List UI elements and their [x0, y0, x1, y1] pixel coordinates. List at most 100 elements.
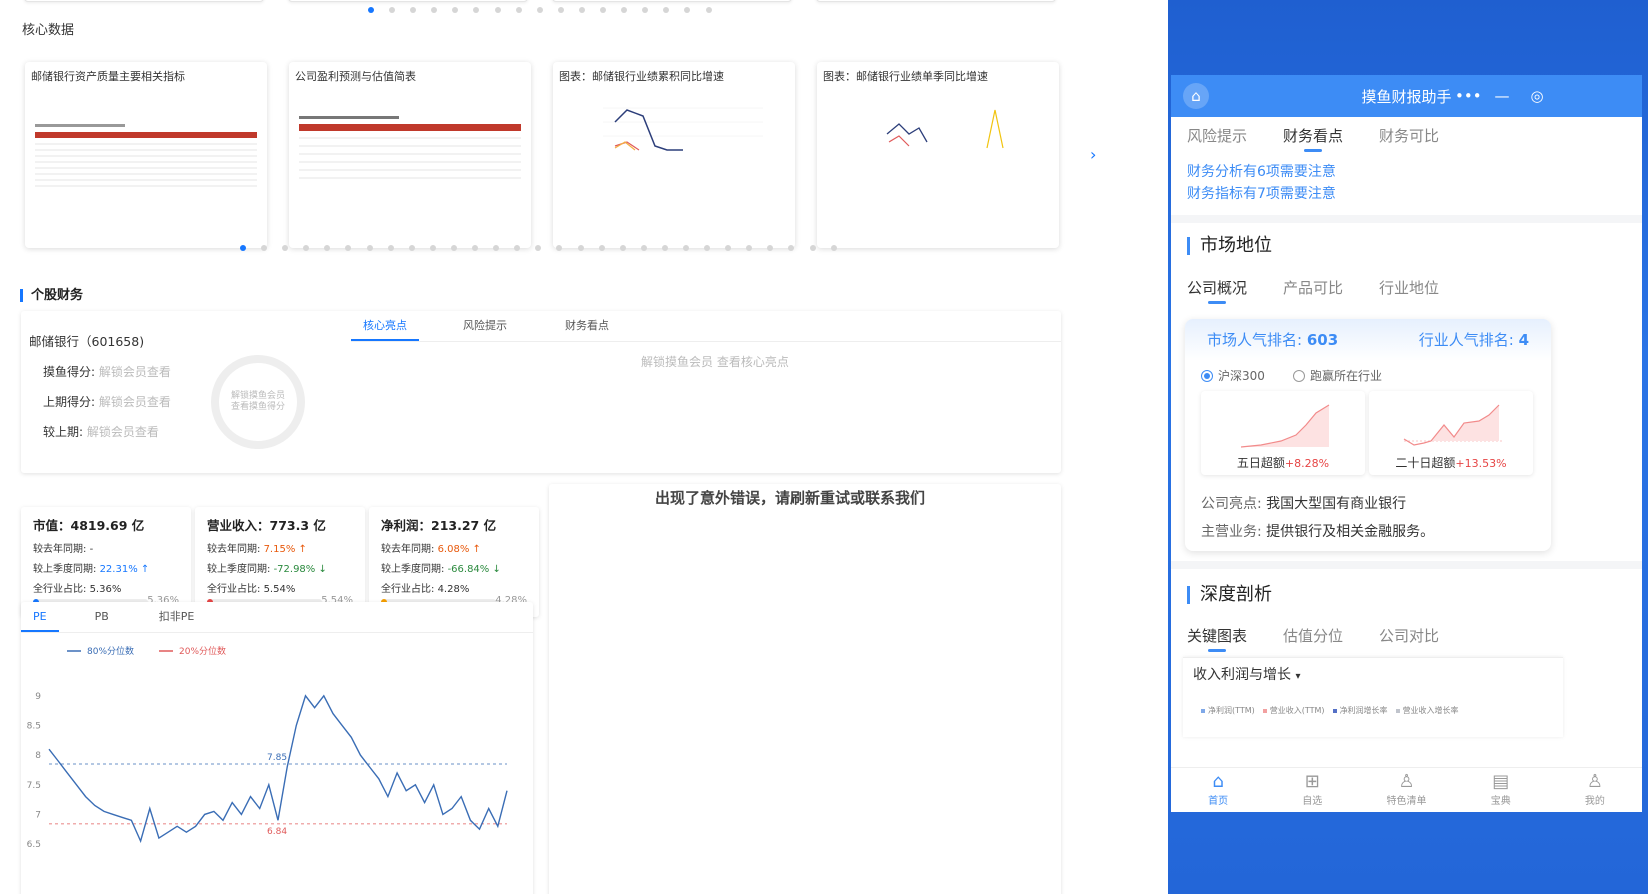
minimize-icon[interactable]: —	[1489, 83, 1515, 109]
reference-line-label: 6.84	[267, 827, 287, 837]
carousel-dot[interactable]	[809, 245, 816, 251]
report-card[interactable]: 公司盈利预测与估值简表	[289, 62, 531, 248]
carousel-dot[interactable]	[431, 7, 438, 13]
carousel-card[interactable]	[288, 0, 528, 2]
carousel-dot[interactable]	[472, 245, 479, 251]
carousel-dot[interactable]	[663, 7, 670, 13]
carousel-dot[interactable]	[682, 245, 689, 251]
nav-special-list[interactable]: ♙ 特色清单	[1359, 768, 1453, 812]
y-tick-label: 7.5	[27, 781, 41, 791]
finance-indicator-link[interactable]: 财务指标有7项需要注意	[1187, 183, 1336, 203]
carousel-dot[interactable]	[598, 245, 605, 251]
five-day-excess-card[interactable]: 五日超额+8.28%	[1201, 391, 1365, 475]
carousel-dot[interactable]	[535, 245, 542, 251]
radio-beat-industry[interactable]: 跑赢所在行业	[1293, 367, 1382, 384]
carousel-dot[interactable]	[452, 7, 459, 13]
y-tick-label: 8	[35, 751, 41, 761]
nav-watchlist[interactable]: ⊞ 自选	[1265, 768, 1359, 812]
carousel-dot[interactable]	[557, 7, 564, 13]
carousel-dot[interactable]	[494, 7, 501, 13]
carousel-dot[interactable]	[366, 245, 373, 251]
report-card[interactable]: 邮储银行资产质量主要相关指标	[25, 62, 267, 248]
carousel-dot[interactable]	[556, 245, 563, 251]
carousel-dot[interactable]	[640, 245, 647, 251]
carousel-dot[interactable]	[621, 7, 628, 13]
carousel-dot[interactable]	[408, 245, 415, 251]
carousel-dot[interactable]	[514, 245, 521, 251]
carousel-dot[interactable]	[788, 245, 795, 251]
carousel-dot[interactable]	[578, 7, 585, 13]
carousel-dot[interactable]	[345, 245, 352, 251]
report-card[interactable]: 图表：邮储银行业绩累积同比增速	[553, 62, 795, 248]
carousel-dot[interactable]	[705, 7, 712, 13]
carousel-next-icon[interactable]: ›	[1090, 145, 1096, 164]
carousel-dot[interactable]	[661, 245, 668, 251]
carousel-dot[interactable]	[642, 7, 649, 13]
tab-finance-focus[interactable]: 财务看点	[1283, 125, 1343, 152]
carousel-dot[interactable]	[450, 245, 457, 251]
tab-pe[interactable]: PE	[21, 602, 59, 632]
carousel-dot[interactable]	[619, 245, 626, 251]
finance-analysis-link[interactable]: 财务分析有6项需要注意	[1187, 161, 1336, 181]
carousel-dot[interactable]	[261, 245, 268, 251]
tab-industry-position[interactable]: 行业地位	[1379, 277, 1439, 298]
tab-product-compare[interactable]: 产品可比	[1283, 277, 1343, 298]
tab-finance-compare[interactable]: 财务可比	[1379, 125, 1439, 146]
carousel-dots-top[interactable]	[368, 7, 727, 13]
carousel-dot[interactable]	[282, 245, 289, 251]
report-card[interactable]: 图表：邮储银行业绩单季同比增速	[817, 62, 1059, 248]
tab-risk[interactable]: 风险提示	[449, 311, 521, 341]
last-score-value[interactable]: 解锁会员查看	[99, 395, 171, 409]
close-target-icon[interactable]: ◎	[1524, 83, 1550, 109]
score-ring[interactable]: 解锁摸鱼会员 查看摸鱼得分	[211, 355, 305, 449]
carousel-dot[interactable]	[240, 245, 246, 251]
chart-select-label: 收入利润与增长	[1193, 667, 1291, 683]
carousel-dot[interactable]	[830, 245, 837, 251]
error-message: 出现了意外错误，请刷新重试或联系我们	[655, 489, 926, 507]
tab-kf-pe[interactable]: 扣非PE	[145, 602, 209, 632]
carousel-dot[interactable]	[387, 245, 394, 251]
twenty-day-excess-card[interactable]: 二十日超额+13.53%	[1369, 391, 1533, 475]
carousel-dot[interactable]	[429, 245, 436, 251]
carousel-dots[interactable]	[240, 245, 852, 251]
radio-hs300[interactable]: 沪深300	[1201, 367, 1265, 384]
tab-company-overview[interactable]: 公司概况	[1187, 277, 1247, 304]
carousel-dot[interactable]	[368, 7, 374, 13]
carousel-dot[interactable]	[473, 7, 480, 13]
carousel-card[interactable]	[552, 0, 792, 2]
chart-select[interactable]: 收入利润与增长 ▾	[1193, 664, 1300, 684]
carousel-dot[interactable]	[767, 245, 774, 251]
carousel-dot[interactable]	[684, 7, 691, 13]
carousel-dot[interactable]	[725, 245, 732, 251]
tab-valuation-percentile[interactable]: 估值分位	[1283, 625, 1343, 646]
score-value[interactable]: 解锁会员查看	[99, 365, 171, 379]
tab-core-highlights[interactable]: 核心亮点	[351, 311, 419, 341]
stock-panel: 邮储银行（601658) 摸鱼得分: 解锁会员查看 上期得分: 解锁会员查看 较…	[21, 311, 1061, 473]
tab-key-charts[interactable]: 关键图表	[1187, 625, 1247, 652]
carousel-dot[interactable]	[515, 7, 522, 13]
carousel-dot[interactable]	[746, 245, 753, 251]
pe-chart[interactable]: 80%分位数 20%分位数 9 8.5 8 7.5 7 6.5 7.85 6.84	[21, 636, 533, 894]
carousel-dot[interactable]	[577, 245, 584, 251]
carousel-dot[interactable]	[600, 7, 607, 13]
carousel-dot[interactable]	[704, 245, 711, 251]
nav-me[interactable]: ♙ 我的	[1548, 768, 1642, 812]
nav-guide[interactable]: ▤ 宝典	[1454, 768, 1548, 812]
more-icon[interactable]: •••	[1455, 83, 1482, 109]
locked-placeholder[interactable]: 解锁摸鱼会员 查看核心亮点	[641, 353, 789, 370]
metric-title: 营业收入：773.3 亿	[207, 518, 326, 533]
carousel-dot[interactable]	[493, 245, 500, 251]
tab-risk-tips[interactable]: 风险提示	[1187, 125, 1247, 146]
carousel-card[interactable]	[24, 0, 264, 2]
nav-home[interactable]: ⌂ 首页	[1171, 768, 1265, 812]
carousel-dot[interactable]	[410, 7, 417, 13]
compare-value[interactable]: 解锁会员查看	[87, 425, 159, 439]
tab-pb[interactable]: PB	[81, 602, 123, 632]
tab-financial-focus[interactable]: 财务看点	[551, 311, 623, 341]
carousel-dot[interactable]	[303, 245, 310, 251]
carousel-dot[interactable]	[324, 245, 331, 251]
carousel-card[interactable]	[816, 0, 1056, 2]
carousel-dot[interactable]	[389, 7, 396, 13]
tab-company-compare[interactable]: 公司对比	[1379, 625, 1439, 646]
carousel-dot[interactable]	[536, 7, 543, 13]
